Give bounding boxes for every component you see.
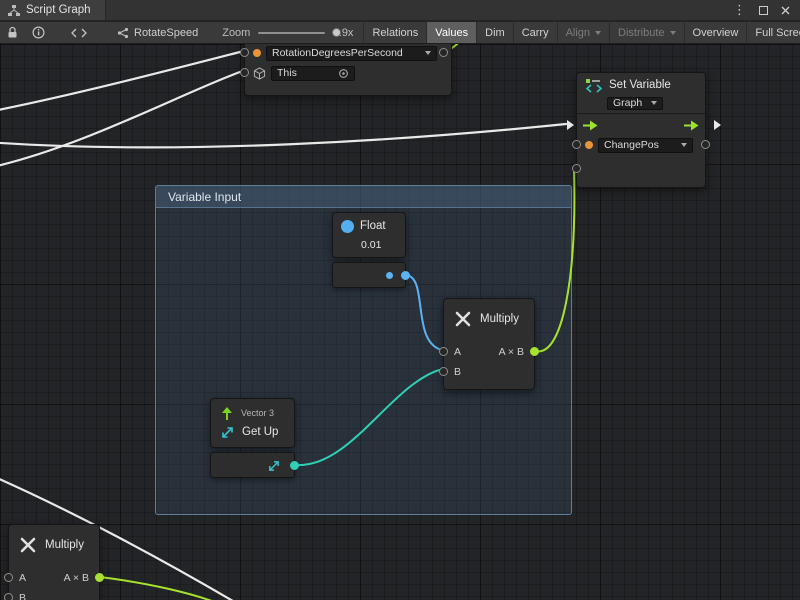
float-type-icon xyxy=(341,220,354,233)
input-b-label: B xyxy=(454,366,461,378)
input-port[interactable] xyxy=(240,68,249,77)
gameobject-cube-icon xyxy=(253,67,266,80)
align-button[interactable]: Align xyxy=(557,22,609,43)
vector-direction-icon xyxy=(221,426,234,439)
flow-output-port[interactable] xyxy=(714,120,721,130)
input-a-label: A xyxy=(19,572,26,584)
window-title: Script Graph xyxy=(26,4,91,16)
chevron-down-icon xyxy=(681,143,687,147)
wire-getup-to-multiply-b[interactable] xyxy=(296,370,439,465)
float-value[interactable]: 0.01 xyxy=(361,239,381,251)
input-a-port[interactable] xyxy=(439,347,448,356)
input-port[interactable] xyxy=(240,48,249,57)
variable-kind-dot xyxy=(585,141,593,149)
node-title: Get Up xyxy=(242,426,278,438)
zoom-label: Zoom xyxy=(222,27,250,39)
variable-name-dropdown[interactable]: ChangePos xyxy=(598,138,693,153)
tab-script-graph[interactable]: Script Graph xyxy=(0,0,106,20)
input-a-label: A xyxy=(454,346,461,358)
node-get-up[interactable]: Vector 3 Get Up xyxy=(210,398,295,448)
carry-button[interactable]: Carry xyxy=(513,22,557,43)
lock-icon[interactable] xyxy=(7,26,18,39)
values-button[interactable]: Values xyxy=(426,22,476,43)
maximize-icon[interactable] xyxy=(759,6,768,15)
target-object-field[interactable]: This xyxy=(271,66,355,81)
variable-scope-dropdown[interactable]: Graph xyxy=(607,97,663,110)
variable-name-dropdown[interactable]: RotationDegreesPerSecond xyxy=(266,46,437,61)
get-up-output-port[interactable] xyxy=(290,461,299,470)
vector-direction-icon xyxy=(268,460,280,472)
node-set-variable[interactable]: Set Variable Graph xyxy=(576,72,706,188)
output-port[interactable] xyxy=(701,140,710,149)
wire-multiply2-output[interactable] xyxy=(100,577,220,600)
flow-input-port[interactable] xyxy=(567,120,574,130)
close-icon[interactable] xyxy=(781,6,790,15)
wire-flow-1[interactable] xyxy=(0,52,240,112)
flow-in-arrow-icon xyxy=(583,120,598,131)
info-icon[interactable] xyxy=(32,26,45,39)
float-output-port[interactable] xyxy=(401,271,410,280)
output-port[interactable] xyxy=(530,347,539,356)
input-port[interactable] xyxy=(572,140,581,149)
value-input-port[interactable] xyxy=(572,164,581,173)
node-multiply-2[interactable]: Multiply A A × B B xyxy=(8,524,100,600)
window-titlebar: Script Graph ⋮ xyxy=(0,0,800,21)
dim-button[interactable]: Dim xyxy=(476,22,513,43)
chevron-down-icon xyxy=(425,51,431,55)
code-chevrons-icon[interactable] xyxy=(71,28,87,38)
node-float[interactable]: Float 0.01 xyxy=(332,212,406,258)
script-graph-icon xyxy=(8,5,20,16)
vector-up-icon xyxy=(221,407,233,420)
variable-kind-dot xyxy=(253,49,261,57)
object-picker-icon[interactable] xyxy=(338,68,349,79)
input-b-label: B xyxy=(19,592,26,600)
input-a-port[interactable] xyxy=(4,573,13,582)
output-label: A × B xyxy=(64,572,89,584)
node-type-label: Vector 3 xyxy=(241,408,274,418)
set-variable-icon xyxy=(585,78,603,93)
output-port[interactable] xyxy=(95,573,104,582)
chevron-down-icon xyxy=(651,101,657,105)
output-label: A × B xyxy=(499,346,524,358)
graph-asset-icon xyxy=(117,27,129,39)
fullscreen-button[interactable]: Full Screen xyxy=(746,22,800,43)
output-port[interactable] xyxy=(439,48,448,57)
toolbar-buttons: Relations Values Dim Carry Align Distrib… xyxy=(363,22,800,43)
wire-multiply-to-setvariable[interactable] xyxy=(536,169,574,351)
get-up-output-widget[interactable] xyxy=(210,452,295,478)
node-get-variable[interactable]: RotationDegreesPerSecond This xyxy=(244,44,452,96)
multiply-icon xyxy=(454,310,472,328)
input-b-port[interactable] xyxy=(4,593,13,600)
node-multiply[interactable]: Multiply A A × B B xyxy=(443,298,535,390)
node-title: Multiply xyxy=(480,313,519,325)
float-output-widget[interactable] xyxy=(332,262,406,288)
input-b-port[interactable] xyxy=(439,367,448,376)
zoom-slider[interactable] xyxy=(258,32,324,34)
node-title: Float xyxy=(360,220,386,232)
graph-canvas[interactable]: Variable Input RotationDegreesPerSecond xyxy=(0,44,800,600)
unity-script-graph-window: Script Graph ⋮ xyxy=(0,0,800,600)
kebab-menu-icon[interactable]: ⋮ xyxy=(733,4,746,17)
chevron-down-icon xyxy=(670,31,676,35)
flow-out-arrow-icon xyxy=(684,120,699,131)
overview-button[interactable]: Overview xyxy=(684,22,747,43)
node-title: Multiply xyxy=(45,539,84,551)
graph-toolbar: RotateSpeed Zoom 0.9x Relations Values D… xyxy=(0,22,800,44)
float-inner-dot xyxy=(386,272,393,279)
titlebar-controls: ⋮ xyxy=(733,0,800,20)
wire-flow-to-set-variable[interactable] xyxy=(0,124,566,147)
wire-float-to-multiply-a[interactable] xyxy=(406,275,439,349)
graph-reference-breadcrumb[interactable]: RotateSpeed xyxy=(117,27,198,39)
node-title: Set Variable xyxy=(609,79,671,91)
relations-button[interactable]: Relations xyxy=(363,22,426,43)
wire-flow-2[interactable] xyxy=(0,72,240,168)
distribute-button[interactable]: Distribute xyxy=(609,22,683,43)
multiply-icon xyxy=(19,536,37,554)
chevron-down-icon xyxy=(595,31,601,35)
graph-name-label: RotateSpeed xyxy=(134,27,198,39)
